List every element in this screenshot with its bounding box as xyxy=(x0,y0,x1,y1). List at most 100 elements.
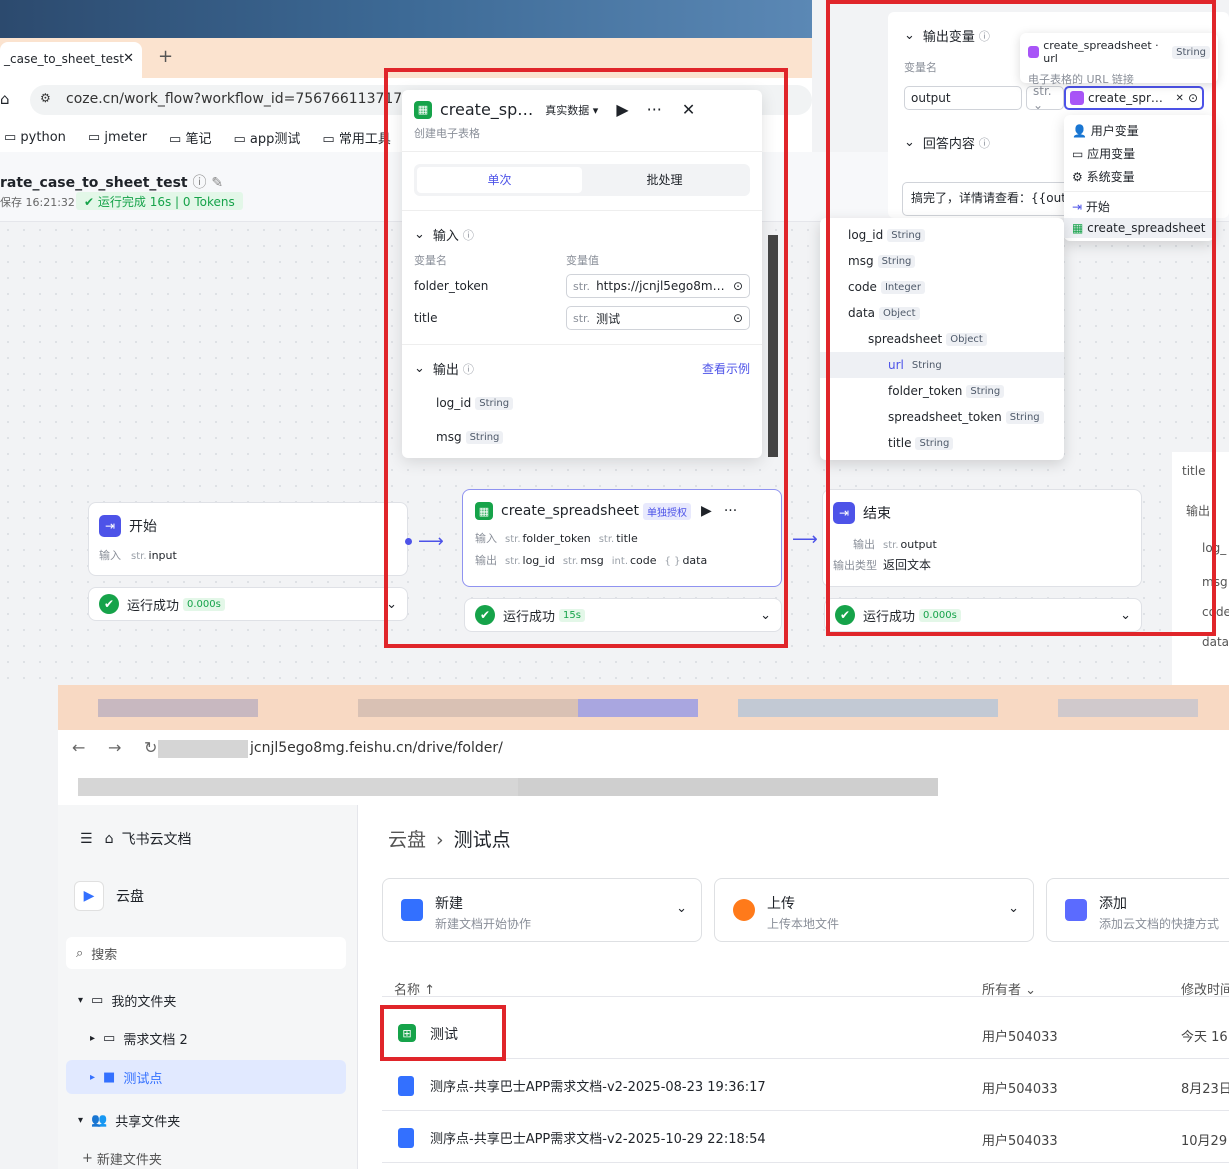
tree-item-title[interactable]: title String xyxy=(820,430,1064,456)
tree-item-code[interactable]: code Integer xyxy=(820,274,1064,300)
tree-item-log-id[interactable]: log_id String xyxy=(820,222,1064,248)
type-tag: String xyxy=(1005,410,1044,424)
browser-tab[interactable]: _case_to_sheet_test ✕ xyxy=(0,42,142,78)
tree-item-folder-token[interactable]: folder_token String xyxy=(820,378,1064,404)
data-mode-select[interactable]: 真实数据 ▾ xyxy=(545,102,598,118)
title-field[interactable]: str. 测试 ⊙ xyxy=(566,306,750,330)
home-icon[interactable]: ⌂ xyxy=(0,90,10,108)
tree-item-name: data xyxy=(848,306,876,320)
right-panel-edge: title 输出 log_ msg code data xyxy=(1172,452,1229,685)
tree-item-data[interactable]: data Object xyxy=(820,300,1064,326)
chevron-down-icon[interactable]: ⌄ xyxy=(760,608,771,623)
chevron-down-icon[interactable]: ⌄ xyxy=(904,28,915,43)
col-name[interactable]: 名称 ↑ xyxy=(394,979,435,998)
end-node[interactable]: ⇥ 结束 输出 str. output 输出类型 返回文本 xyxy=(822,489,1142,587)
chevron-down-icon[interactable]: ⌄ xyxy=(676,901,687,916)
file-row[interactable]: ⊞ 测试 用户504033 今天 16 xyxy=(382,1007,1229,1059)
menu-create-spreadsheet[interactable]: ▦ create_spreadsheet xyxy=(1064,218,1214,238)
menu-system-vars[interactable]: ⚙ 系统变量 xyxy=(1064,165,1214,188)
more-icon[interactable]: ··· xyxy=(724,503,737,519)
tree-item-msg[interactable]: msg String xyxy=(820,248,1064,274)
file-row[interactable]: 测序点-共享巴士APP需求文档-v2-2025-08-23 19:36:17 用… xyxy=(382,1059,1229,1111)
folder-item-active[interactable]: ▸ ■ 测试点 xyxy=(66,1060,346,1094)
collapse-icon[interactable]: ☰ xyxy=(80,831,93,847)
menu-user-vars[interactable]: 👤 用户变量 xyxy=(1064,119,1214,142)
col-modified[interactable]: 修改时间 xyxy=(1181,979,1229,998)
variable-icon[interactable]: ⊙ xyxy=(733,311,743,325)
port-dot[interactable] xyxy=(405,538,412,545)
save-time: 保存 16:21:32 xyxy=(0,196,75,209)
tab-batch[interactable]: 批处理 xyxy=(582,167,747,193)
start-run-status[interactable]: ✔ 运行成功 0.000s ⌄ xyxy=(88,587,408,621)
chevron-down-icon[interactable]: ⌄ xyxy=(414,361,425,376)
back-icon[interactable]: ← xyxy=(72,738,85,757)
new-folder-button[interactable]: + 新建文件夹 xyxy=(82,1149,162,1168)
input-name: title xyxy=(414,311,438,325)
shared-folder[interactable]: ▾ 👥 共享文件夹 xyxy=(78,1111,180,1130)
forward-icon[interactable]: → xyxy=(108,738,121,757)
chevron-down-icon[interactable]: ⌄ xyxy=(386,597,397,612)
home-icon: ⌂ xyxy=(104,831,114,847)
add-shortcut-card[interactable]: 添加 添加云文档的快捷方式 xyxy=(1046,878,1229,942)
close-icon[interactable]: ✕ xyxy=(682,100,695,119)
reload-icon[interactable]: ↻ xyxy=(144,738,157,757)
tree-item-spreadsheet[interactable]: spreadsheet Object xyxy=(820,326,1064,352)
upload-card[interactable]: 上传 上传本地文件 ⌄ xyxy=(714,878,1034,942)
play-icon[interactable]: ▶ xyxy=(701,503,712,519)
more-icon[interactable]: ··· xyxy=(647,100,662,119)
start-node[interactable]: ⇥ 开始 输入 str. input xyxy=(88,502,408,576)
edge-label: 输出 xyxy=(1186,504,1211,518)
chevron-down-icon[interactable]: ⌄ xyxy=(414,227,425,242)
sidebar-search[interactable]: ⌕ 搜索 xyxy=(66,937,346,969)
chip: output xyxy=(900,537,937,551)
docs-home[interactable]: ☰ ⌂ 飞书云文档 xyxy=(80,829,191,849)
drive-icon: ▶ xyxy=(74,881,104,911)
end-run-status[interactable]: ✔ 运行成功 0.000s ⌄ xyxy=(824,598,1142,632)
type-select[interactable]: str. ⌄ xyxy=(1026,84,1064,112)
sheet-run-status[interactable]: ✔ 运行成功 15s ⌄ xyxy=(464,598,782,632)
file-row[interactable]: 测序点-共享巴士APP需求文档-v2-2025-10-29 22:18:54 用… xyxy=(382,1111,1229,1163)
ref-field[interactable]: create_spr… ✕ ⊙ xyxy=(1064,86,1204,110)
bookmark-jmeter[interactable]: ▭ jmeter xyxy=(88,130,147,145)
chevron-down-icon[interactable]: ⌄ xyxy=(1120,608,1131,623)
tab-single[interactable]: 单次 xyxy=(417,167,582,193)
menu-start[interactable]: ⇥ 开始 xyxy=(1064,195,1214,218)
breadcrumb-root[interactable]: 云盘 xyxy=(388,829,426,851)
field-value: https://jcnjl5ego8m… xyxy=(596,279,725,293)
edit-icon[interactable]: ✎ xyxy=(211,175,223,191)
type-value: 返回文本 xyxy=(883,558,932,572)
play-icon[interactable]: ▶ xyxy=(616,100,628,119)
card-title: 添加 xyxy=(1099,896,1127,912)
drive-title[interactable]: ▶ 云盘 xyxy=(74,881,144,911)
tree-item-name: spreadsheet_token xyxy=(888,410,1002,424)
variable-icon[interactable]: ⊙ xyxy=(733,279,743,293)
bookmark-apptest[interactable]: ▭ app测试 xyxy=(233,128,300,147)
tree-item-name: log_id xyxy=(848,228,884,242)
new-card[interactable]: 新建 新建文档开始协作 ⌄ xyxy=(382,878,702,942)
tree-item-spreadsheet-token[interactable]: spreadsheet_token String xyxy=(820,404,1064,430)
folder-item[interactable]: ▸ ▭ 需求文档 2 xyxy=(90,1029,188,1048)
bookmark-tools[interactable]: ▭ 常用工具 xyxy=(322,128,390,147)
bookmark-python[interactable]: ▭ python xyxy=(4,130,66,145)
auth-badge[interactable]: 单独授权 xyxy=(643,502,692,520)
bookmark-notes[interactable]: ▭ 笔记 xyxy=(169,128,211,147)
var-name-field[interactable]: output xyxy=(904,86,1022,110)
folder-token-field[interactable]: str. https://jcnjl5ego8m… ⊙ xyxy=(566,274,750,298)
chevron-down-icon[interactable]: ⌄ xyxy=(1008,901,1019,916)
variable-icon[interactable]: ⊙ xyxy=(1188,91,1198,105)
clear-icon[interactable]: ✕ xyxy=(1176,93,1184,104)
create-spreadsheet-node[interactable]: ▦ create_spreadsheet 单独授权 ▶ ··· 输入 str. folder… xyxy=(462,489,782,587)
run-time: 15s xyxy=(559,608,585,622)
tree-item-url[interactable]: url String xyxy=(820,352,1064,378)
output-name: log_id xyxy=(436,396,472,410)
col-owner[interactable]: 所有者 ⌄ xyxy=(982,979,1036,998)
close-icon[interactable]: ✕ xyxy=(123,51,134,66)
my-folder[interactable]: ▾ ▭ 我的文件夹 xyxy=(78,991,176,1010)
feishu-url[interactable]: jcnjl5ego8mg.feishu.cn/drive/folder/ xyxy=(250,740,503,756)
chevron-down-icon[interactable]: ⌄ xyxy=(904,135,915,150)
menu-app-vars[interactable]: ▭ 应用变量 xyxy=(1064,142,1214,165)
new-tab-icon[interactable]: + xyxy=(158,46,173,67)
example-link[interactable]: 查看示例 xyxy=(702,360,750,377)
desktop-background xyxy=(0,0,812,38)
site-settings-icon[interactable]: ⚙ xyxy=(40,91,51,105)
